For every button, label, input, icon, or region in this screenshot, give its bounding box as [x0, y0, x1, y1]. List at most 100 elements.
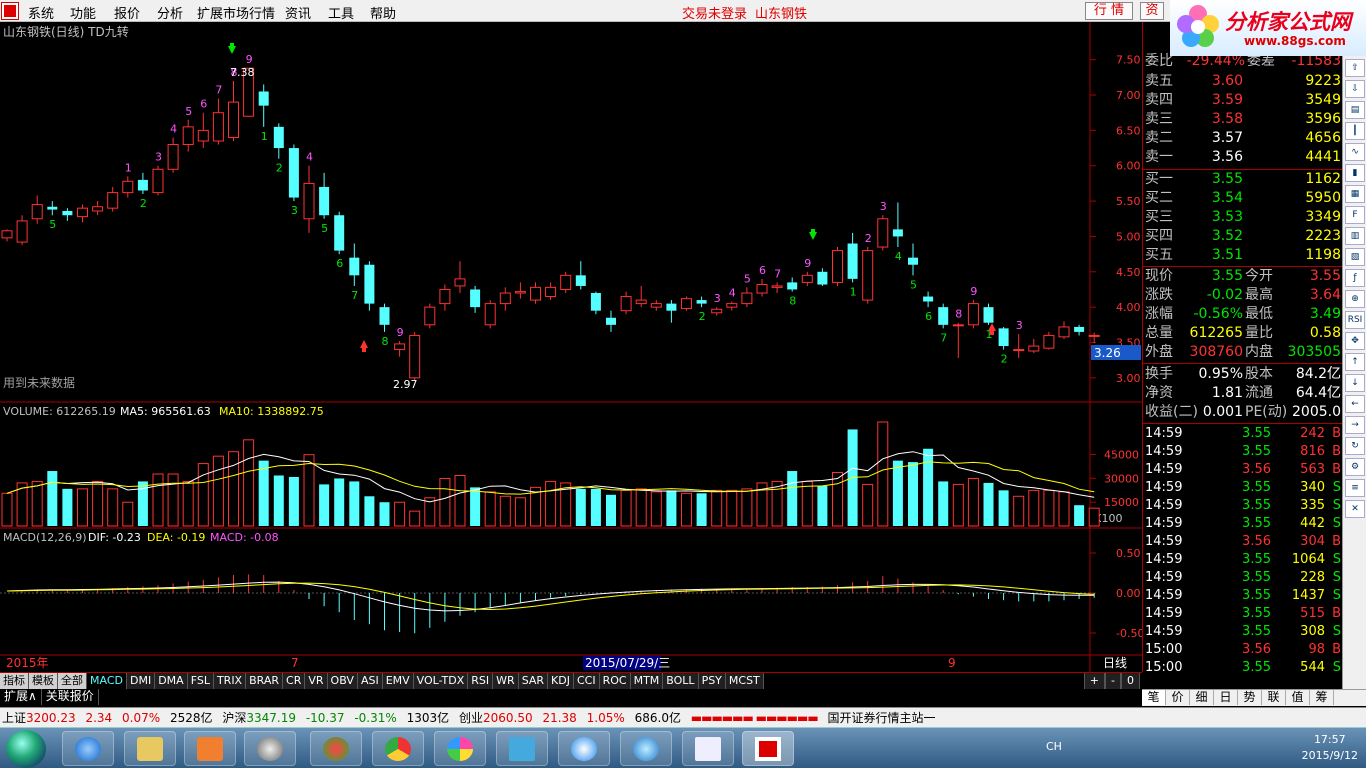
zoom-control-button[interactable]: -: [1105, 673, 1121, 689]
tab-group-1[interactable]: 模板: [29, 673, 58, 689]
up-arrow-icon[interactable]: ↑: [1345, 353, 1365, 371]
right-toolbar: ⇧ ⇩ ▤ ┃ ∿ ▮ ▦ F ▥ ▧ ƒ ⊕ RSI ✥ ↑ ↓ ← → ↻ …: [1342, 56, 1366, 706]
bird-taskbar-icon[interactable]: [496, 731, 548, 766]
video-taskbar-icon[interactable]: [558, 731, 610, 766]
chart-area[interactable]: 山东钢铁(日线) TD九转 用到未来数据 7.50 7.00 6.50 6.00 5.5…: [0, 22, 1142, 672]
tab-boll[interactable]: BOLL: [663, 673, 699, 689]
tab-rsi[interactable]: RSI: [468, 673, 494, 689]
stat-label: 涨跌: [1145, 287, 1173, 303]
candle: [908, 243, 918, 276]
system-clock[interactable]: 17:57 2015/9/12: [1302, 732, 1358, 764]
notepad-taskbar-icon[interactable]: [682, 731, 734, 766]
quote-mode-button[interactable]: 行 情: [1085, 2, 1133, 20]
compass-taskbar-icon[interactable]: [620, 731, 672, 766]
chrome-taskbar-icon[interactable]: [372, 731, 424, 766]
quote-tab[interactable]: 日: [1214, 690, 1238, 705]
candle-icon[interactable]: ▮: [1345, 164, 1365, 182]
trade-mode-button[interactable]: 资: [1140, 2, 1164, 20]
tab-cci[interactable]: CCI: [573, 673, 600, 689]
tab-brar[interactable]: BRAR: [246, 673, 284, 689]
tab-obv[interactable]: OBV: [327, 673, 358, 689]
list-icon[interactable]: ≡: [1345, 479, 1365, 497]
quote-tab[interactable]: 筹: [1310, 690, 1334, 705]
ie-taskbar-icon[interactable]: [62, 731, 114, 766]
move-icon[interactable]: ✥: [1345, 332, 1365, 350]
tab-emv[interactable]: EMV: [382, 673, 414, 689]
tab-kdj[interactable]: KDJ: [548, 673, 574, 689]
player-taskbar-icon[interactable]: [310, 731, 362, 766]
tab-macd[interactable]: MACD: [87, 673, 127, 689]
tab-dma[interactable]: DMA: [155, 673, 188, 689]
ask-volume: 3596: [1305, 111, 1341, 127]
related-quote-tab[interactable]: 关联报价: [42, 689, 99, 705]
menu-help[interactable]: 帮助: [370, 3, 396, 22]
explorer-taskbar-icon[interactable]: [124, 731, 176, 766]
language-indicator[interactable]: CH: [1046, 740, 1062, 753]
menu-function[interactable]: 功能: [70, 3, 96, 22]
table-icon[interactable]: ▥: [1345, 227, 1365, 245]
menu-quote[interactable]: 报价: [114, 3, 140, 22]
tab-cr[interactable]: CR: [283, 673, 306, 689]
chart-icon[interactable]: ▧: [1345, 248, 1365, 266]
volume-axis-ticks: 45000 30000 15000: [1090, 448, 1139, 509]
zoom-control-button[interactable]: 0: [1121, 673, 1140, 689]
tab-psy[interactable]: PSY: [698, 673, 726, 689]
tab-mcst[interactable]: MCST: [725, 673, 764, 689]
trend-icon[interactable]: ∿: [1345, 143, 1365, 161]
quote-tab[interactable]: 价: [1166, 690, 1190, 705]
tab-dmi[interactable]: DMI: [126, 673, 156, 689]
tab-trix[interactable]: TRIX: [213, 673, 247, 689]
quote-tab[interactable]: 细: [1190, 690, 1214, 705]
grid-icon[interactable]: ▦: [1345, 185, 1365, 203]
quote-tab[interactable]: 笔: [1142, 690, 1166, 705]
menu-extended-market[interactable]: 扩展市场行情: [197, 3, 275, 22]
scroll-down-icon[interactable]: ⇩: [1345, 80, 1365, 98]
kline-icon[interactable]: ┃: [1345, 122, 1365, 140]
tick-volume: 1064: [1291, 552, 1325, 567]
tab-sar[interactable]: SAR: [518, 673, 549, 689]
media-taskbar-icon[interactable]: [184, 731, 236, 766]
tab-mtm[interactable]: MTM: [630, 673, 664, 689]
tick-time: 14:59: [1145, 588, 1183, 603]
rsi-icon[interactable]: RSI: [1345, 311, 1365, 329]
page-icon[interactable]: ▤: [1345, 101, 1365, 119]
quote-tab[interactable]: 势: [1238, 690, 1262, 705]
tick-volume: 98: [1308, 642, 1325, 657]
settings-icon[interactable]: ⚙: [1345, 458, 1365, 476]
menu-tools[interactable]: 工具: [328, 3, 354, 22]
tab-fsl[interactable]: FSL: [187, 673, 214, 689]
right-arrow-icon[interactable]: →: [1345, 416, 1365, 434]
close-icon[interactable]: ✕: [1345, 500, 1365, 518]
zoom-icon[interactable]: ⊕: [1345, 290, 1365, 308]
expand-tab[interactable]: 扩展∧: [0, 689, 42, 705]
period-label[interactable]: 日线: [1103, 656, 1127, 670]
ask-price: 3.60: [1211, 73, 1243, 89]
tab-vr[interactable]: VR: [305, 673, 328, 689]
app-taskbar-icon[interactable]: [434, 731, 486, 766]
quote-tab[interactable]: 值: [1286, 690, 1310, 705]
menu-news[interactable]: 资讯: [285, 3, 311, 22]
tab-group-0[interactable]: 指标: [0, 673, 29, 689]
zoom-control-button[interactable]: +: [1083, 673, 1106, 689]
tab-group-2[interactable]: 全部: [58, 673, 87, 689]
tab-wr[interactable]: WR: [493, 673, 519, 689]
formula-icon[interactable]: ƒ: [1345, 269, 1365, 287]
chart-canvas[interactable]: 山东钢铁(日线) TD九转 用到未来数据 7.50 7.00 6.50 6.00 5.5…: [0, 22, 1142, 672]
film-taskbar-icon[interactable]: [244, 731, 296, 766]
menu-analysis[interactable]: 分析: [157, 3, 183, 22]
menu-system[interactable]: 系统: [28, 3, 54, 22]
candlestick-series: [1, 67, 1100, 380]
tab-roc[interactable]: ROC: [599, 673, 631, 689]
candle: [364, 261, 375, 311]
tab-vol-tdx[interactable]: VOL-TDX: [413, 673, 469, 689]
refresh-icon[interactable]: ↻: [1345, 437, 1365, 455]
quote-tab[interactable]: 联: [1262, 690, 1286, 705]
tab-asi[interactable]: ASI: [357, 673, 383, 689]
fund-icon[interactable]: F: [1345, 206, 1365, 224]
td-count: 5: [321, 222, 328, 235]
scroll-up-icon[interactable]: ⇧: [1345, 59, 1365, 77]
start-button-icon[interactable]: [6, 730, 46, 768]
left-arrow-icon[interactable]: ←: [1345, 395, 1365, 413]
stock-app-taskbar-icon[interactable]: [742, 731, 794, 766]
down-arrow-icon[interactable]: ↓: [1345, 374, 1365, 392]
